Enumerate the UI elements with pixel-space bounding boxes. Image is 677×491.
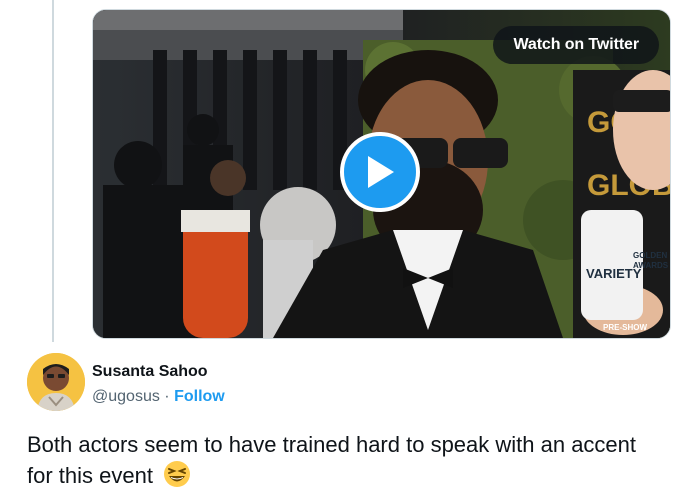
thread-connector-line [52, 0, 54, 342]
tweet-text: Both actors seem to have trained hard to… [27, 430, 667, 491]
svg-text:GOLDEN: GOLDEN [633, 251, 667, 260]
author-handle[interactable]: @ugosus [92, 388, 160, 405]
svg-text:AWARDS: AWARDS [633, 261, 669, 270]
follow-button[interactable]: Follow [174, 388, 225, 405]
svg-text:PRE-SHOW: PRE-SHOW [603, 323, 647, 332]
author-meta: @ugosus · Follow [92, 388, 225, 406]
avatar[interactable] [27, 353, 85, 411]
play-button[interactable] [340, 132, 420, 212]
tweet-body: Both actors seem to have trained hard to… [27, 432, 637, 488]
grinning-squinting-face-icon [164, 461, 191, 487]
user-avatar-icon [27, 353, 85, 411]
watch-on-twitter-button[interactable]: Watch on Twitter [493, 26, 659, 64]
video-player[interactable]: GOLD GLOB VARIETY [92, 9, 671, 339]
author-name[interactable]: Susanta Sahoo [92, 363, 208, 381]
separator-dot: · [164, 388, 170, 405]
play-icon [368, 156, 394, 188]
